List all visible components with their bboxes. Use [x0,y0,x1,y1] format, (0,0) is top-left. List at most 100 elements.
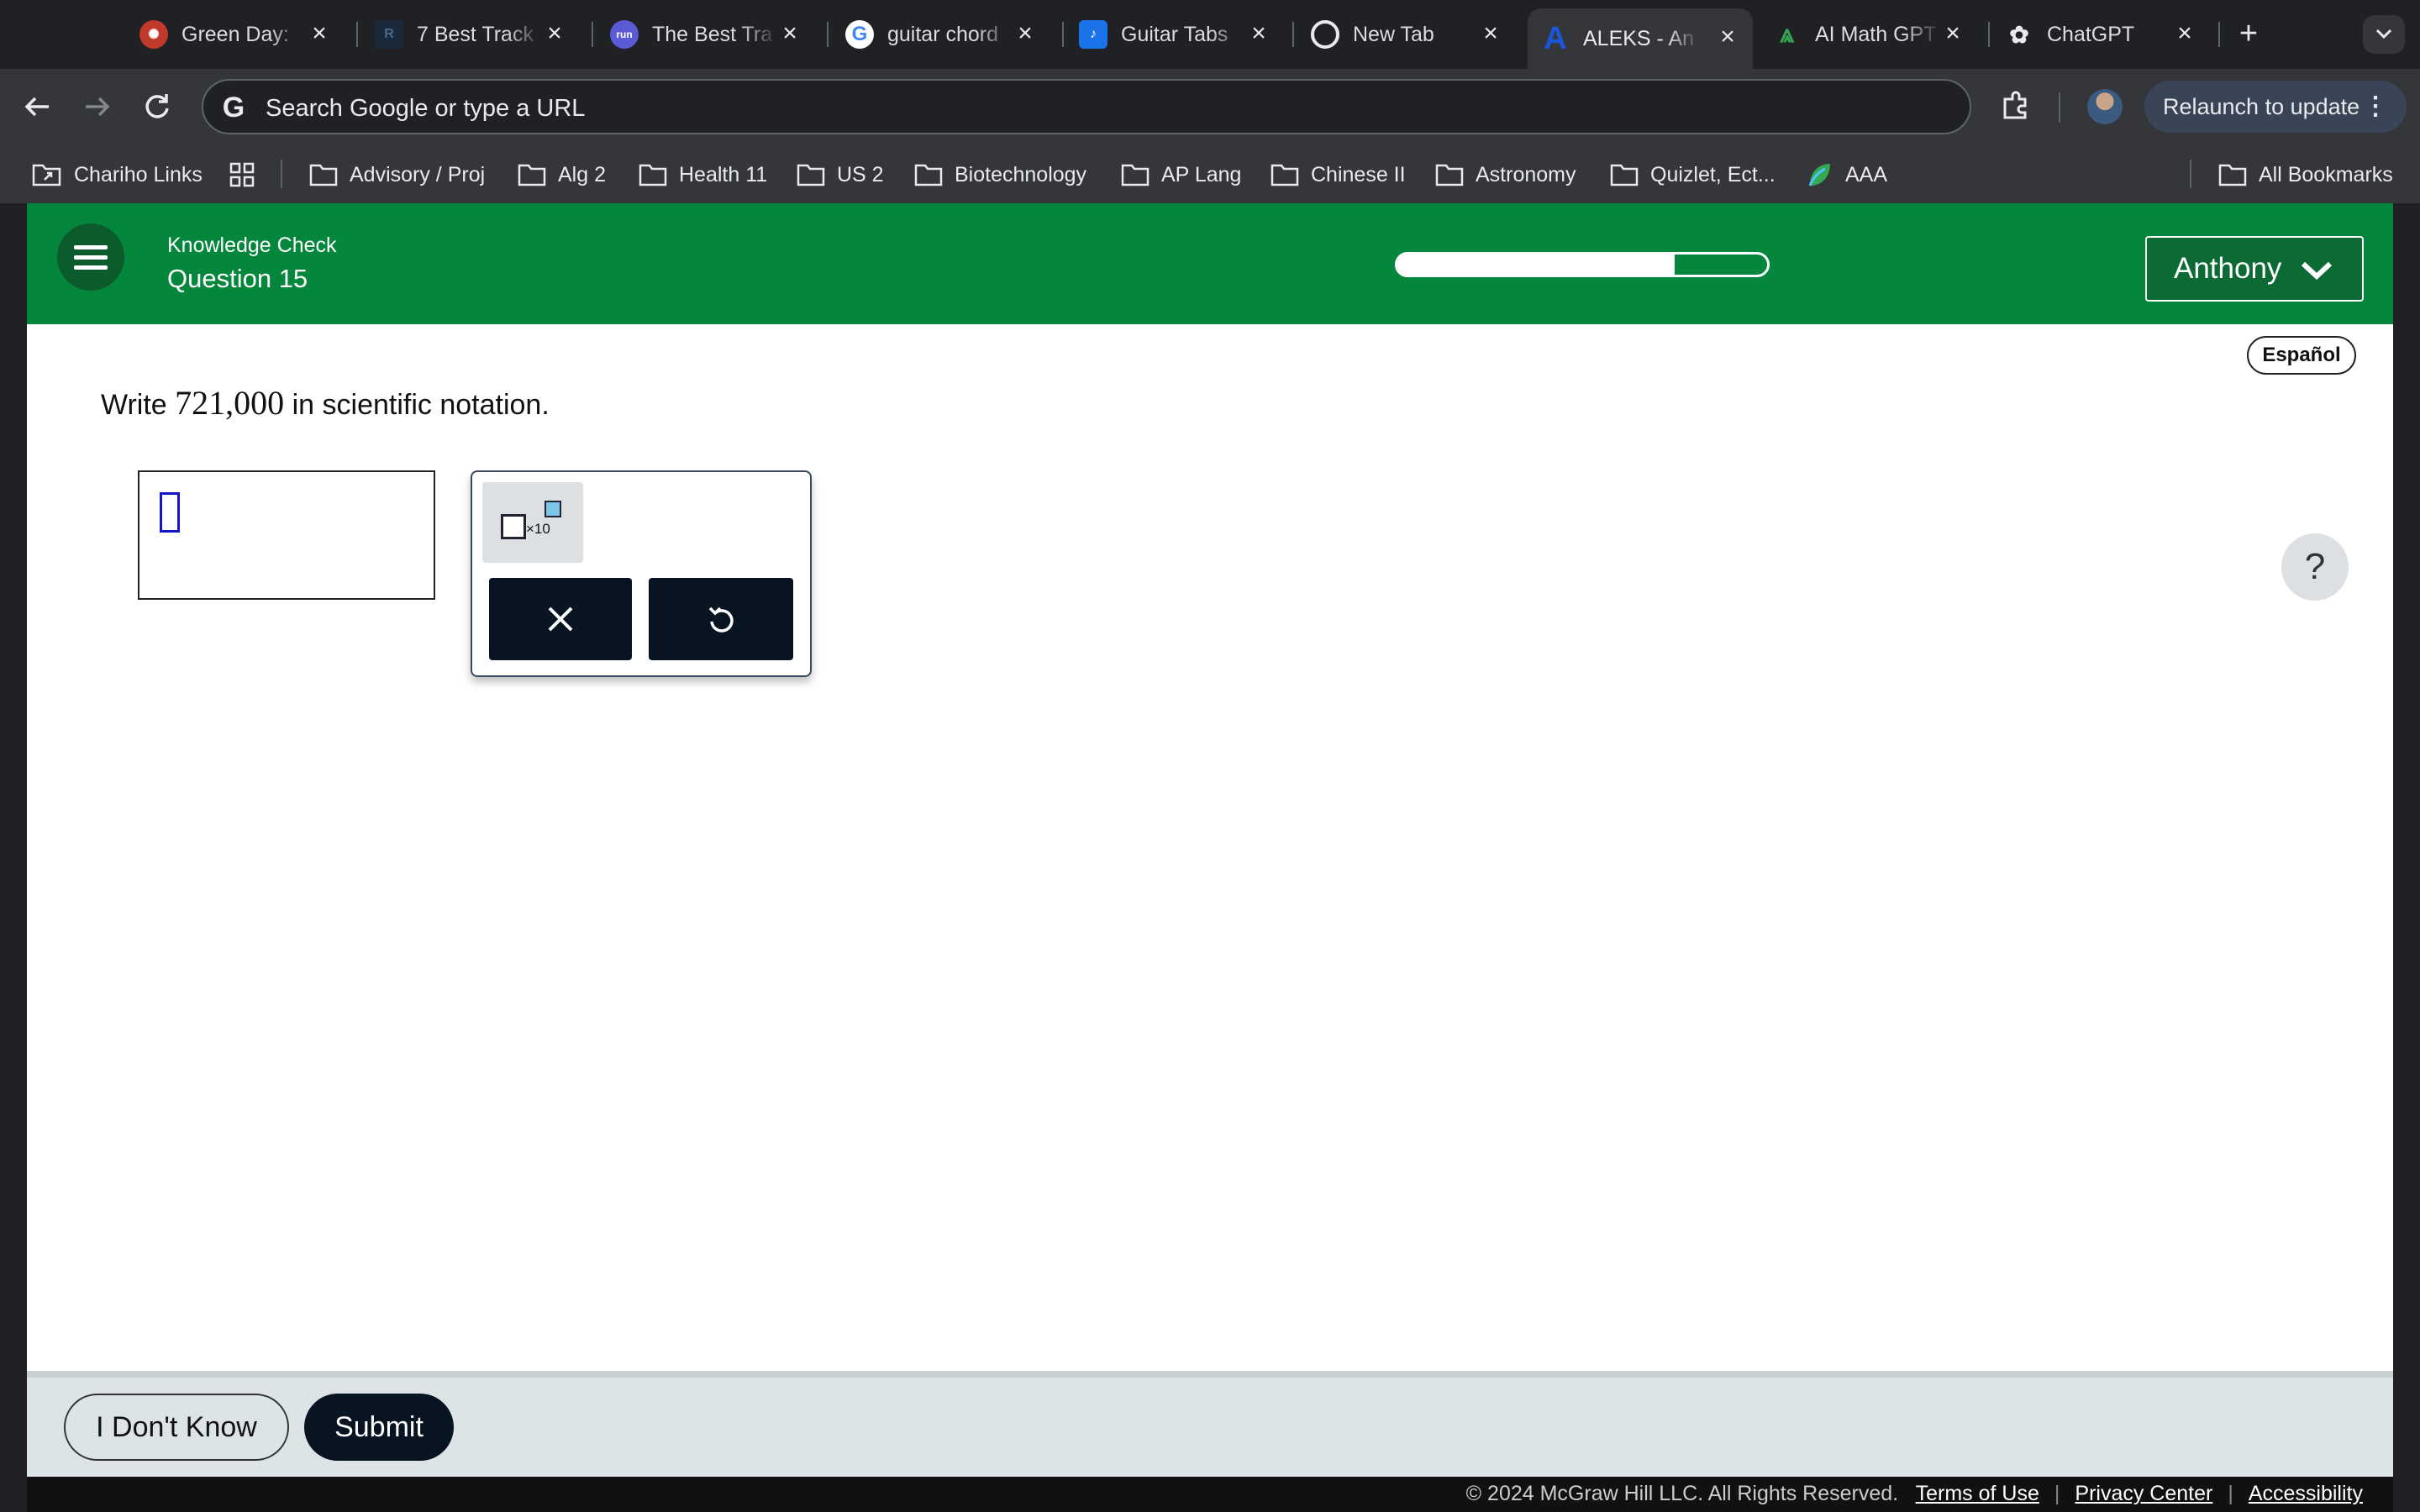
address-bar[interactable]: G Search Google or type a URL [202,79,1971,134]
bookmark-advisory-proj[interactable]: Advisory / Proj [309,160,485,190]
leaf-icon [1808,164,1830,186]
privacy-center-link[interactable]: Privacy Center [2075,1482,2212,1506]
close-icon[interactable]: × [776,20,803,47]
tab-new-tab[interactable]: New Tab × [1311,8,1516,60]
folder-icon [2218,164,2247,186]
ai-math-icon: ⩓ [1780,20,1795,48]
bookmark-label: AAA [1845,162,1888,186]
submit-button[interactable]: Submit [304,1394,454,1461]
close-icon[interactable]: × [1245,20,1272,47]
bookmark-alg-2[interactable]: Alg 2 [518,160,606,190]
bookmark-apps[interactable] [229,160,267,190]
tab-ai-math-gpt[interactable]: ⩓ AI Math GPT × [1773,8,1978,60]
tab-title: ALEKS - An [1583,26,1695,50]
tab-title: ChatGPT [2047,22,2135,46]
close-icon[interactable]: × [1939,20,1966,47]
tab-aleks[interactable]: A ALEKS - An × [1528,8,1753,69]
folder-icon [1121,164,1150,186]
folder-icon [309,164,338,186]
menu-bar [74,265,108,270]
prompt-text: in scientific notation. [284,389,550,421]
aleks-header: Knowledge Check Question 15 Anthony [27,203,2393,324]
reload-button[interactable] [138,87,176,126]
chevron-down-icon [2301,261,2333,281]
prompt-text: Write [101,389,176,421]
answer-input[interactable] [138,470,435,600]
tab-search-button[interactable] [2363,15,2405,54]
browser-toolbar: G Search Google or type a URL Relaunch t… [0,69,2420,144]
tab-title: AI Math GPT [1815,22,1937,46]
bookmark-biotechnology[interactable]: Biotechnology [914,160,1086,190]
close-icon [548,606,573,632]
terms-of-use-link[interactable]: Terms of Use [1916,1482,2039,1506]
back-button[interactable] [18,87,57,126]
all-bookmarks-label: All Bookmarks [2259,162,2393,186]
profile-avatar[interactable] [2087,89,2123,124]
folder-icon [1610,164,1639,186]
bookmark-health-11[interactable]: Health 11 [639,160,767,190]
question-prompt: Write 721,000 in scientific notation. [101,383,550,423]
tab-separator [1292,22,1294,47]
footer-divider [27,1371,2393,1378]
scientific-notation-button[interactable]: ×10 [482,482,583,563]
bookmark-chinese-ii[interactable]: Chinese II [1270,160,1406,190]
link-separator: | [2228,1482,2233,1505]
close-icon[interactable]: × [1477,20,1504,47]
tab-separator [1062,22,1064,47]
more-vertical-icon: ⋮ [2363,92,2388,120]
espanol-button[interactable]: Español [2247,336,2356,375]
accessibility-link[interactable]: Accessibility [2249,1482,2363,1506]
folder-icon [914,164,943,186]
bookmark-chariho-links[interactable]: Chariho Links [32,160,203,190]
chrome-icon [1311,20,1339,49]
user-menu-button[interactable]: Anthony [2145,236,2364,302]
all-bookmarks-button[interactable]: All Bookmarks [2218,160,2393,190]
bookmark-quizlet[interactable]: Quizlet, Ect... [1610,160,1776,190]
bookmark-separator [2190,160,2191,188]
tab-guitar-tabs[interactable]: ♪ Guitar Tabs × [1079,8,1284,60]
close-icon[interactable]: × [306,20,333,47]
puzzle-icon [2003,91,2027,119]
i-dont-know-button[interactable]: I Don't Know [64,1394,289,1461]
hamburger-menu-button[interactable] [57,223,124,291]
tab-title: The Best Tra [652,22,773,46]
close-icon[interactable]: × [1012,20,1039,47]
undo-icon [708,606,734,633]
extensions-button[interactable] [1996,87,2035,126]
tab-green-day[interactable]: ✺ Green Day: × [139,8,345,60]
prompt-number: 721,000 [175,384,285,422]
menu-bar [74,255,108,260]
folder-icon [518,164,546,186]
folder-icon [797,164,825,186]
tab-best-trails[interactable]: run The Best Tra × [610,8,815,60]
arrow-right-icon [86,97,110,117]
folder-icon [1270,164,1299,186]
bookmark-ap-lang[interactable]: AP Lang [1121,160,1241,190]
new-tab-button[interactable]: + [2232,17,2265,50]
relaunch-button[interactable]: Relaunch to update ⋮ [2144,81,2407,133]
close-icon[interactable]: × [2171,20,2198,47]
close-icon[interactable]: × [1714,24,1741,50]
bookmark-astronomy[interactable]: Astronomy [1435,160,1576,190]
green-day-icon: ✺ [139,20,168,49]
math-palette: ×10 [471,470,812,677]
reload-icon [145,94,169,118]
arrow-left-icon [24,97,49,117]
tab-best-tracks[interactable]: R 7 Best Track × [375,8,580,60]
link-separator: | [2054,1482,2060,1505]
bookmark-us-2[interactable]: US 2 [797,160,884,190]
bookmark-aaa[interactable]: AAA [1805,160,1887,190]
folder-icon [639,164,667,186]
bookmark-label: US 2 [837,162,884,186]
tab-chatgpt[interactable]: ✿ ChatGPT × [2005,8,2210,60]
tab-separator [592,22,593,47]
undo-button[interactable] [649,578,793,660]
close-icon[interactable]: × [541,20,568,47]
forward-button[interactable] [77,87,116,126]
bookmarks-bar: Chariho Links Advisory / Proj Alg 2 Heal… [0,144,2420,203]
help-button[interactable]: ? [2281,533,2349,601]
clear-button[interactable] [489,578,632,660]
tab-guitar-chord[interactable]: G guitar chord × [845,8,1050,60]
bookmark-label: Quizlet, Ect... [1650,162,1776,186]
bookmark-label: Advisory / Proj [350,162,486,186]
